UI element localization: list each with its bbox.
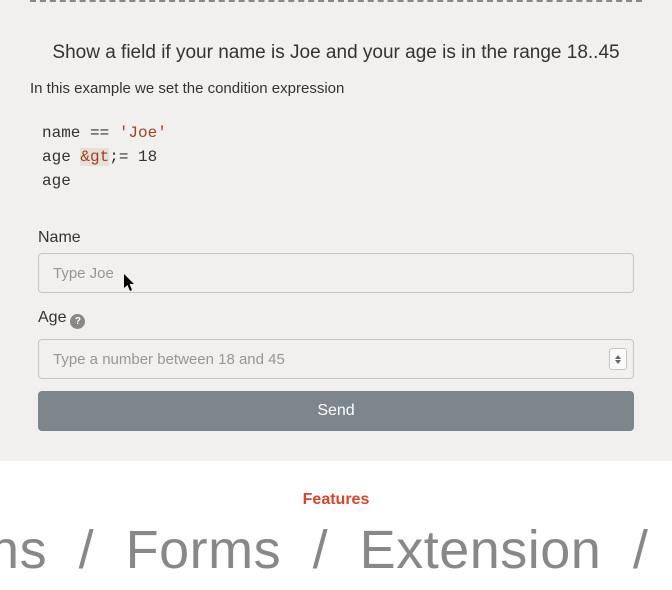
code-text: age [42, 148, 80, 166]
carousel-seg: nsions [0, 519, 55, 581]
example-panel: Show a field if your name is Joe and you… [0, 0, 672, 461]
carousel-sep: / [625, 519, 657, 581]
code-line-3: age [42, 169, 672, 193]
carousel-sep: / [305, 519, 337, 581]
chevron-up-icon [615, 355, 621, 359]
code-line-1: name == 'Joe' [42, 121, 672, 145]
carousel-sep: / [71, 519, 103, 581]
code-entity: &gt [80, 148, 109, 166]
features-section: Features nsions / Forms / Extension / Fo [0, 461, 672, 581]
features-carousel[interactable]: nsions / Forms / Extension / Fo [0, 519, 672, 581]
features-eyebrow: Features [0, 491, 672, 509]
carousel-seg-active[interactable]: Forms [118, 519, 289, 581]
code-text: name == [42, 124, 119, 142]
age-stepper[interactable] [609, 348, 627, 370]
age-label: Age [38, 309, 66, 327]
help-icon[interactable]: ? [70, 314, 85, 329]
example-subtext: In this example we set the condition exp… [30, 80, 642, 97]
chevron-down-icon [615, 360, 621, 364]
name-label: Name [38, 229, 81, 247]
code-text: ;= 18 [109, 148, 157, 166]
code-block: name == 'Joe' age &gt;= 18 age [42, 121, 672, 193]
carousel-seg[interactable]: Extension [352, 519, 610, 581]
divider-dashed [30, 0, 642, 6]
age-input-wrap [38, 339, 634, 379]
form: Name Age ? Send [38, 229, 634, 431]
code-line-2: age &gt;= 18 [42, 145, 672, 169]
example-heading: Show a field if your name is Joe and you… [30, 42, 642, 64]
name-input[interactable] [38, 253, 634, 293]
age-input[interactable] [53, 340, 609, 378]
code-string: 'Joe' [119, 124, 167, 142]
send-button[interactable]: Send [38, 391, 634, 431]
